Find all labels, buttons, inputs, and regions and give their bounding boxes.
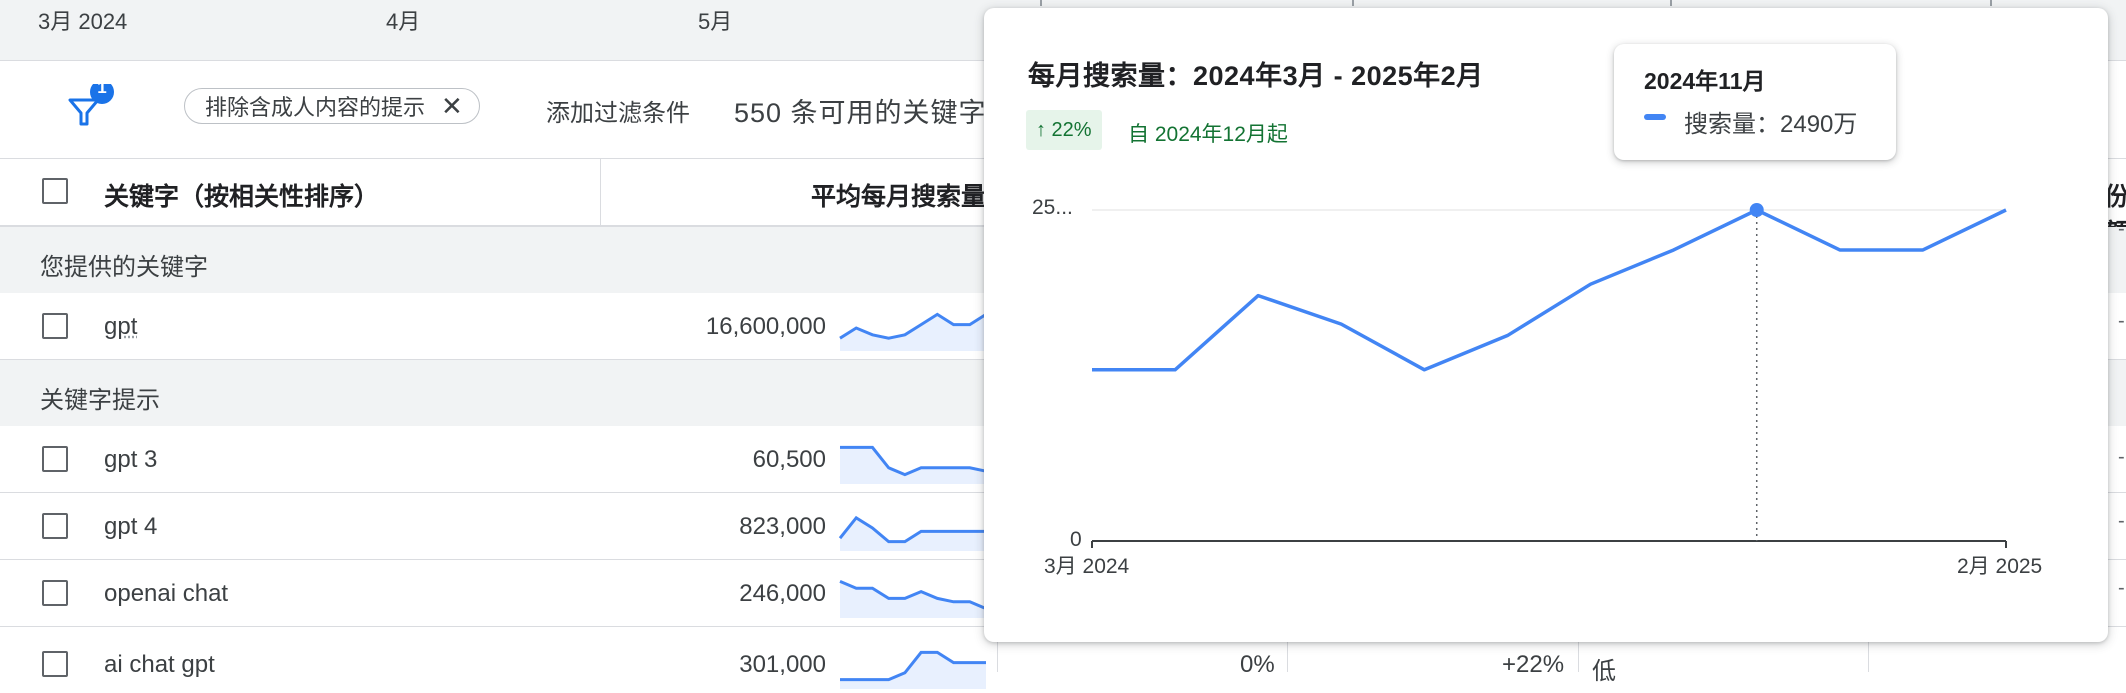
column-header-keyword[interactable]: 关键字（按相关性排序） — [104, 177, 379, 213]
timeline-tick — [1040, 0, 1042, 6]
row-checkbox[interactable] — [42, 513, 68, 539]
timeline-tick — [1352, 0, 1354, 6]
row-edge-marker: - — [2118, 218, 2125, 240]
sparkline-area — [840, 314, 986, 351]
avg-monthly-searches: 16,600,000 — [705, 313, 826, 340]
avg-monthly-searches: 246,000 — [739, 580, 826, 607]
keyword-text[interactable]: openai chat — [104, 580, 228, 608]
monthly-searches-popup: 每月搜索量：2024年3月 - 2025年2月 ↑ 22% 自 2024年12月… — [984, 8, 2108, 642]
row-checkbox[interactable] — [42, 651, 68, 677]
sparkline[interactable] — [838, 301, 988, 351]
series-line — [1092, 208, 2007, 372]
filter-chip[interactable]: 排除含成人内容的提示 ✕ — [184, 88, 480, 124]
keyword-text[interactable]: gpt 4 — [104, 513, 157, 541]
sparkline[interactable] — [838, 434, 988, 484]
chart-tooltip: 2024年11月 搜索量：2490万 — [1614, 44, 1896, 160]
row-edge-marker: - — [2118, 510, 2125, 532]
keyword-text[interactable]: ai chat gpt — [104, 651, 215, 679]
row-checkbox[interactable] — [42, 313, 68, 339]
section-label: 您提供的关键字 — [40, 254, 208, 281]
sparkline-area — [840, 447, 986, 484]
yoy-change: +22% — [1502, 651, 1565, 678]
sparkline[interactable] — [838, 568, 988, 618]
row-edge-marker: - — [2118, 446, 2125, 468]
filter-chip-label: 排除含成人内容的提示 — [205, 95, 426, 120]
row-edge-marker: - — [2118, 310, 2125, 332]
competition: 低 — [1592, 658, 1616, 685]
row-edge-marker: - — [2118, 577, 2125, 599]
timeline-tick — [1670, 0, 1672, 6]
select-all-checkbox[interactable] — [42, 178, 68, 204]
row-checkbox[interactable] — [42, 580, 68, 606]
column-header-avg-monthly[interactable]: 平均每月搜索量 — [811, 177, 986, 213]
keyword-text[interactable]: gpt — [104, 313, 137, 341]
avg-monthly-searches: 823,000 — [739, 513, 826, 540]
sparkline[interactable] — [838, 639, 988, 689]
avg-monthly-searches: 60,500 — [752, 446, 826, 473]
timeline-month: 5月 — [698, 9, 733, 34]
highlighted-data-point[interactable] — [1749, 203, 1764, 217]
filter-count-badge: 1 — [97, 78, 107, 97]
tooltip-value: 搜索量：2490万 — [1684, 111, 1858, 138]
line-chart[interactable] — [984, 8, 2108, 642]
row-checkbox[interactable] — [42, 446, 68, 472]
close-icon[interactable]: ✕ — [441, 93, 463, 119]
timeline-tick — [1990, 0, 1992, 6]
add-filter-button[interactable]: 添加过滤条件 — [546, 93, 690, 128]
filter-button[interactable]: 1 — [66, 78, 114, 135]
series-swatch-icon — [1644, 114, 1666, 120]
timeline-month: 3月 2024 — [38, 9, 128, 34]
sparkline-area — [840, 652, 986, 689]
available-keywords-count: 550 条可用的关键字 — [734, 98, 987, 128]
sparkline[interactable] — [838, 501, 988, 551]
avg-monthly-searches: 301,000 — [739, 651, 826, 678]
timeline-month: 4月 — [386, 9, 421, 34]
three-month-change: 0% — [1240, 651, 1275, 678]
section-label: 关键字提示 — [40, 387, 160, 414]
tooltip-title: 2024年11月 — [1644, 68, 1766, 94]
keyword-text[interactable]: gpt 3 — [104, 446, 157, 474]
